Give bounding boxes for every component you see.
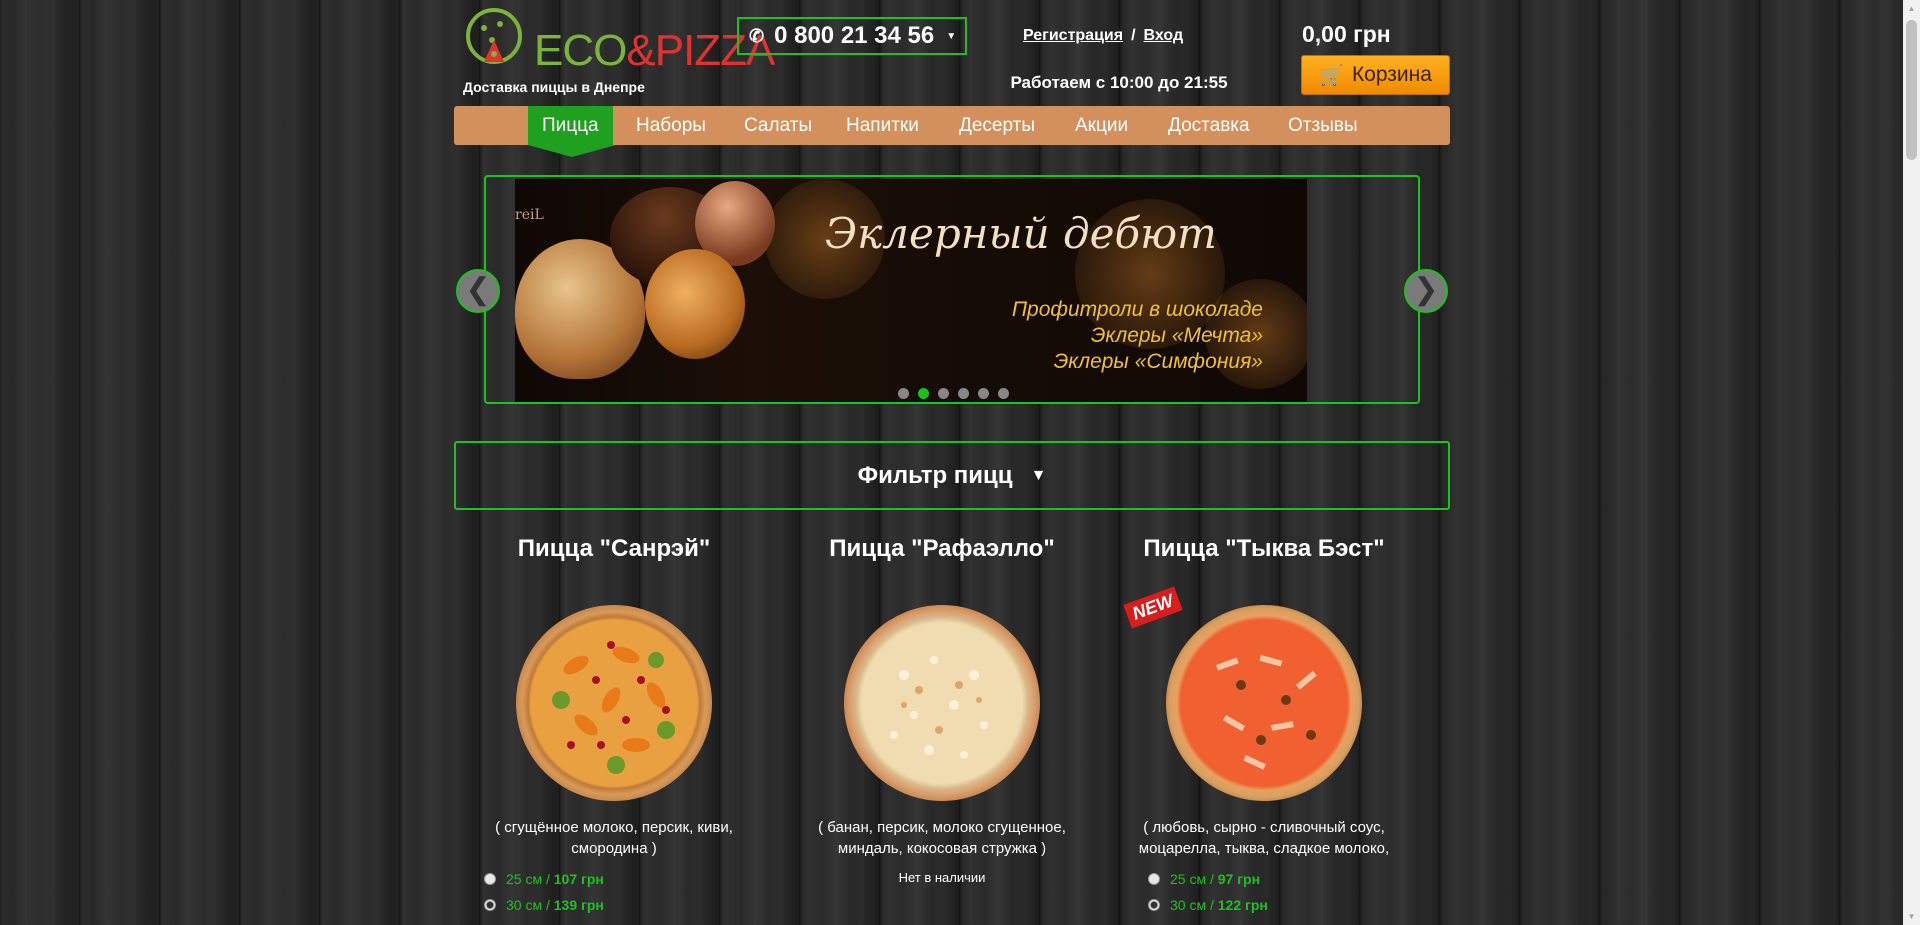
main-nav: Пицца Наборы Салаты Напитки Десерты Акци…: [454, 106, 1450, 157]
login-link[interactable]: Вход: [1144, 27, 1184, 44]
banner-line: Эклеры «Симфония»: [1053, 350, 1263, 373]
scroll-down-icon[interactable]: ▼: [1903, 908, 1920, 925]
nav-item-pizza[interactable]: Пицца: [528, 106, 616, 157]
promo-slider: reiL Эклерный дебют Профитроли в шоколад…: [456, 175, 1448, 404]
product-description: ( любовь, сырно - сливочный соус, моцаре…: [1104, 817, 1424, 859]
nav-item-reviews[interactable]: Отзывы: [1288, 106, 1358, 145]
tagline: Доставка пиццы в Днепре: [463, 79, 645, 95]
auth-separator: /: [1131, 27, 1136, 44]
banner-line: Профитроли в шоколаде: [1011, 298, 1263, 321]
slider-next-button[interactable]: ❯: [1404, 269, 1448, 313]
banner-title: Эклерный дебют: [825, 209, 1217, 258]
cart-button[interactable]: 🛒 Корзина: [1301, 55, 1450, 95]
cart-icon: 🛒: [1319, 64, 1344, 87]
size-price: 122 грн: [1217, 897, 1268, 913]
scroll-up-icon[interactable]: ▲: [1903, 0, 1920, 17]
nav-item-delivery[interactable]: Доставка: [1168, 106, 1250, 145]
auth-links: Регистрация / Вход: [1023, 27, 1183, 45]
caret-down-icon: ▼: [1030, 466, 1047, 484]
logo-amp: &: [626, 26, 655, 75]
size-label: 30 см /: [506, 897, 550, 913]
nav-item-sets[interactable]: Наборы: [636, 106, 706, 145]
cart-button-label: Корзина: [1351, 63, 1432, 86]
pizza-toppings: [890, 656, 988, 759]
slider-dot-3[interactable]: [938, 388, 949, 399]
description-line: смородина ): [571, 840, 657, 857]
size-price: 139 грн: [553, 897, 604, 913]
product-title[interactable]: Пицца "Рафаэлло": [782, 535, 1102, 563]
nav-item-desserts[interactable]: Десерты: [959, 106, 1035, 145]
product-image[interactable]: [516, 605, 712, 801]
size-radio[interactable]: [484, 899, 496, 911]
filter-label: Фильтр пицц: [857, 461, 1013, 489]
pizza-toppings: [1216, 655, 1317, 770]
banner-line: Эклеры «Мечта»: [1090, 324, 1263, 347]
register-link[interactable]: Регистрация: [1023, 27, 1123, 44]
slider-dot-1[interactable]: [898, 388, 909, 399]
product-description: ( сгущённое молоко, персик, киви, смород…: [454, 817, 774, 859]
phone-number: 0 800 21 34 56: [774, 22, 935, 49]
description-line: ( сгущённое молоко, персик, киви,: [495, 819, 733, 836]
size-label: 25 см /: [506, 871, 550, 887]
phone-dropdown[interactable]: ✆ 0 800 21 34 56 ▼: [737, 17, 967, 55]
scrollbar-thumb[interactable]: [1906, 20, 1917, 160]
nav-item-drinks[interactable]: Напитки: [846, 106, 919, 145]
pizza-logo-icon: [466, 8, 522, 64]
size-radio[interactable]: [1148, 899, 1160, 911]
size-option-25[interactable]: 25 см / 97 грн: [1148, 871, 1260, 887]
cart-total: 0,00 грн: [1302, 21, 1391, 47]
page-scrollbar[interactable]: ▲ ▼: [1903, 0, 1920, 925]
chevron-down-icon: ▼: [946, 30, 957, 42]
slider-prev-button[interactable]: ❮: [456, 269, 500, 313]
size-radio[interactable]: [484, 873, 496, 885]
slider-banner[interactable]: reiL Эклерный дебют Профитроли в шоколад…: [515, 179, 1307, 402]
banner-brand: reiL: [515, 207, 544, 223]
product-image[interactable]: [844, 605, 1040, 801]
description-line: моцарелла, тыква, сладкое молоко,: [1138, 840, 1390, 857]
slider-dot-4[interactable]: [958, 388, 969, 399]
description-line: ( любовь, сырно - сливочный соус,: [1143, 819, 1385, 836]
size-price: 107 грн: [553, 871, 604, 887]
pizza-toppings: [552, 641, 675, 774]
logo[interactable]: ECO&PIZZA: [462, 6, 775, 76]
size-label: 25 см /: [1170, 871, 1214, 887]
slider-dot-5[interactable]: [978, 388, 989, 399]
banner-dessert-image: [645, 249, 745, 359]
size-option-30[interactable]: 30 см / 122 грн: [1148, 897, 1268, 913]
nav-item-salads[interactable]: Салаты: [744, 106, 812, 145]
phone-icon: ✆: [749, 25, 765, 46]
slider-dot-2[interactable]: [918, 388, 929, 399]
description-line: миндаль, кокосовая стружка ): [837, 840, 1047, 857]
size-option-30[interactable]: 30 см / 139 грн: [484, 897, 604, 913]
nav-item-promos[interactable]: Акции: [1075, 106, 1128, 145]
size-radio[interactable]: [1148, 873, 1160, 885]
product-card: Пицца "Тыква Бэст" NEW ( любовь, сырно -…: [1104, 535, 1424, 913]
size-price: 97 грн: [1217, 871, 1261, 887]
product-title[interactable]: Пицца "Санрэй": [454, 535, 774, 563]
size-label: 30 см /: [1170, 897, 1214, 913]
slider-dot-6[interactable]: [998, 388, 1009, 399]
slider-dots: [898, 388, 1009, 399]
product-card: Пицца "Рафаэлло" ( банан, персик, молоко…: [782, 535, 1102, 885]
size-option-25[interactable]: 25 см / 107 грн: [484, 871, 604, 887]
banner-lines: Профитроли в шоколаде Эклеры «Мечта» Экл…: [1012, 297, 1263, 375]
product-title[interactable]: Пицца "Тыква Бэст": [1104, 535, 1424, 563]
product-image[interactable]: [1166, 605, 1362, 801]
pizza-filter-toggle[interactable]: Фильтр пицц ▼: [454, 441, 1450, 510]
logo-word-eco: ECO: [534, 26, 627, 75]
product-description: ( банан, персик, молоко сгущенное, минда…: [782, 817, 1102, 859]
working-hours: Работаем с 10:00 до 21:55: [1010, 73, 1228, 92]
product-card: Пицца "Санрэй" ( сгущённое молоко, перси…: [454, 535, 774, 913]
description-line: ( банан, персик, молоко сгущенное,: [818, 819, 1066, 836]
out-of-stock-label: Нет в наличии: [898, 870, 986, 885]
